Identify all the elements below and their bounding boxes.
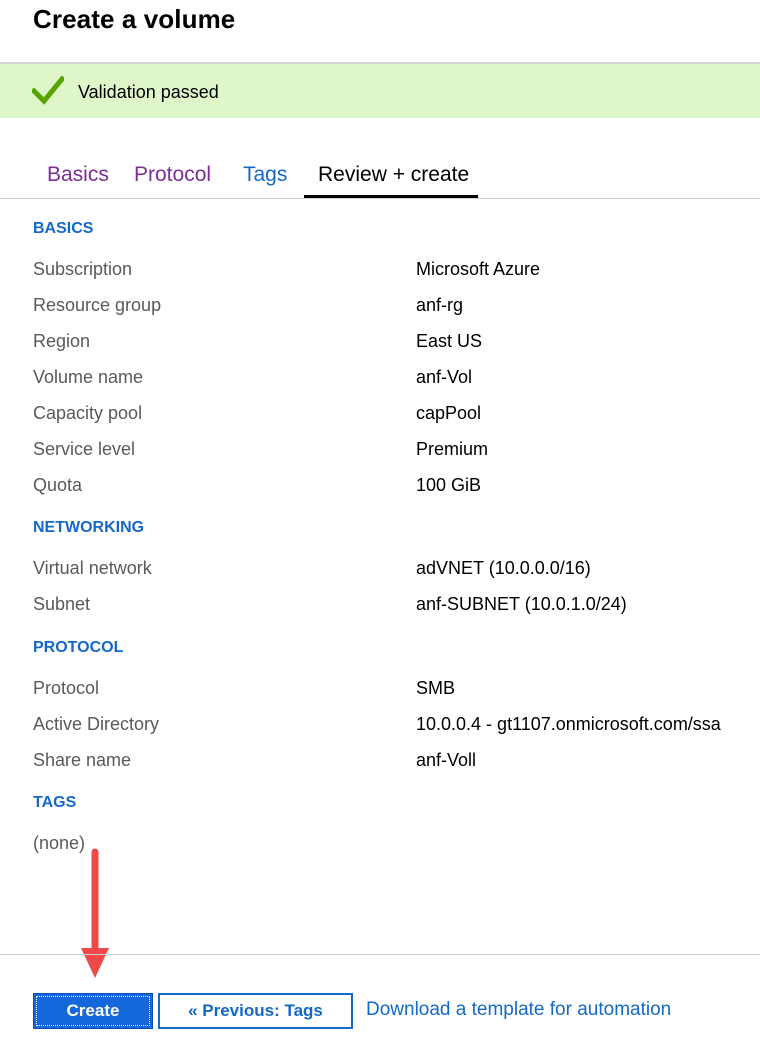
- value-virtual-network: adVNET (10.0.0.0/16): [416, 558, 591, 578]
- tabs-divider: [0, 198, 760, 199]
- create-button[interactable]: Create: [33, 993, 153, 1029]
- tab-review-create[interactable]: Review + create: [318, 163, 469, 187]
- label-resource-group: Resource group: [33, 295, 162, 315]
- tab-protocol[interactable]: Protocol: [134, 163, 211, 187]
- tab-tags[interactable]: Tags: [243, 163, 287, 187]
- section-heading-tags: TAGS: [33, 794, 77, 811]
- value-subscription: Microsoft Azure: [416, 259, 541, 279]
- tab-basics[interactable]: Basics: [47, 163, 109, 187]
- value-resource-group: anf-rg: [416, 295, 464, 315]
- value-subnet: anf-SUBNET (10.0.1.0/24): [416, 594, 627, 614]
- label-region: Region: [33, 331, 91, 351]
- value-share-name: anf-Voll: [416, 750, 477, 770]
- download-template-link[interactable]: Download a template for automation: [366, 999, 671, 1021]
- label-quota: Quota: [33, 475, 83, 495]
- page-title: Create a volume: [33, 4, 236, 34]
- value-active-directory: 10.0.0.4 - gt1107.onmicrosoft.com/ssa: [416, 714, 721, 734]
- section-heading-basics: BASICS: [33, 220, 94, 237]
- validation-banner: Validation passed: [0, 64, 760, 118]
- label-virtual-network: Virtual network: [33, 558, 152, 578]
- label-service-level: Service level: [33, 439, 136, 459]
- label-active-directory: Active Directory: [33, 714, 160, 734]
- validation-message: Validation passed: [78, 82, 219, 102]
- value-region: East US: [416, 331, 483, 351]
- label-subnet: Subnet: [33, 594, 91, 614]
- value-capacity-pool: capPool: [416, 403, 482, 423]
- footer-divider: [0, 954, 760, 955]
- label-protocol: Protocol: [33, 678, 100, 698]
- tab-bar: Basics Protocol Tags Review + create: [0, 158, 760, 200]
- value-service-level: Premium: [416, 439, 489, 459]
- red-arrow-down-icon: [81, 848, 109, 978]
- label-volume-name: Volume name: [33, 367, 144, 387]
- value-protocol: SMB: [416, 678, 456, 698]
- checkmark-icon: [32, 75, 64, 105]
- label-share-name: Share name: [33, 750, 132, 770]
- label-subscription: Subscription: [33, 259, 133, 279]
- section-heading-protocol: PROTOCOL: [33, 639, 124, 656]
- value-volume-name: anf-Vol: [416, 367, 473, 387]
- value-quota: 100 GiB: [416, 475, 482, 495]
- label-capacity-pool: Capacity pool: [33, 403, 143, 423]
- section-heading-networking: NETWORKING: [33, 519, 145, 536]
- previous-tags-button[interactable]: « Previous: Tags: [158, 993, 353, 1029]
